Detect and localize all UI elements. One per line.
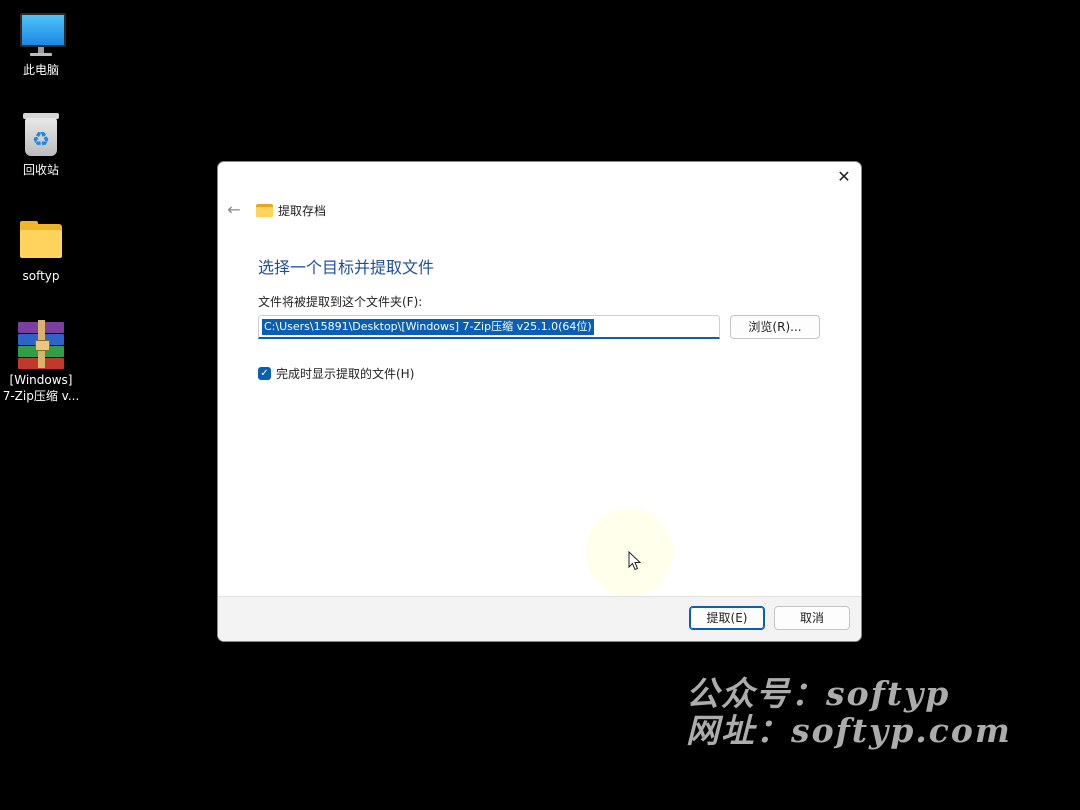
destination-path-value: C:\Users\15891\Desktop\[Windows] 7-Zip压缩… [262, 319, 594, 335]
folder-icon [17, 216, 65, 264]
desktop-icon-label: [Windows] 7-Zip压缩 v... [2, 373, 80, 403]
desktop-icon-this-pc[interactable]: 此电脑 [0, 10, 82, 78]
show-extracted-files-checkbox[interactable]: ✓ [258, 367, 271, 380]
dialog-header-title: 提取存档 [278, 203, 327, 218]
destination-folder-label: 文件将被提取到这个文件夹(F): [258, 295, 423, 309]
browse-button[interactable]: 浏览(R)... [730, 315, 820, 339]
zip-folder-icon [256, 203, 273, 217]
back-arrow-icon: ← [227, 200, 241, 219]
desktop-icon-label: softyp [22, 269, 60, 283]
cancel-button[interactable]: 取消 [774, 606, 850, 630]
page-title: 选择一个目标并提取文件 [258, 258, 435, 277]
destination-path-input[interactable]: C:\Users\15891\Desktop\[Windows] 7-Zip压缩… [258, 315, 720, 339]
mouse-cursor-icon [628, 551, 642, 571]
dialog-header: 提取存档 [256, 200, 326, 220]
show-extracted-files-option[interactable]: ✓ 完成时显示提取的文件(H) [258, 365, 414, 382]
watermark-line-website: 网址：softyp.com [686, 711, 1012, 750]
computer-icon [17, 10, 66, 58]
desktop-icon-7zip-archive[interactable]: [Windows] 7-Zip压缩 v... [0, 320, 82, 404]
winrar-archive-icon [17, 320, 65, 369]
desktop-icon-recycle-bin[interactable]: ♻ 回收站 [0, 110, 82, 178]
recycle-bin-icon: ♻ [17, 110, 65, 158]
extract-button[interactable]: 提取(E) [689, 606, 765, 630]
close-button[interactable]: ✕ [833, 166, 855, 188]
watermark-line-wechat: 公众号：softyp [686, 674, 951, 713]
desktop: 此电脑 ♻ 回收站 softyp [Windows] 7-Zip压缩 v... … [0, 0, 1080, 810]
dialog-footer: 提取(E) 取消 [218, 596, 861, 641]
show-extracted-files-label: 完成时显示提取的文件(H) [276, 367, 415, 381]
desktop-icon-softyp-folder[interactable]: softyp [0, 216, 82, 284]
desktop-icon-label: 回收站 [22, 163, 59, 177]
back-button[interactable]: ← [224, 200, 244, 220]
desktop-icon-label: 此电脑 [22, 63, 59, 77]
watermark: 公众号：softyp 网址：softyp.com [686, 675, 1012, 749]
close-icon: ✕ [837, 167, 851, 186]
extract-archive-dialog: ✕ ← 提取存档 选择一个目标并提取文件 文件将被提取到这个文件夹(F): C:… [217, 161, 862, 642]
